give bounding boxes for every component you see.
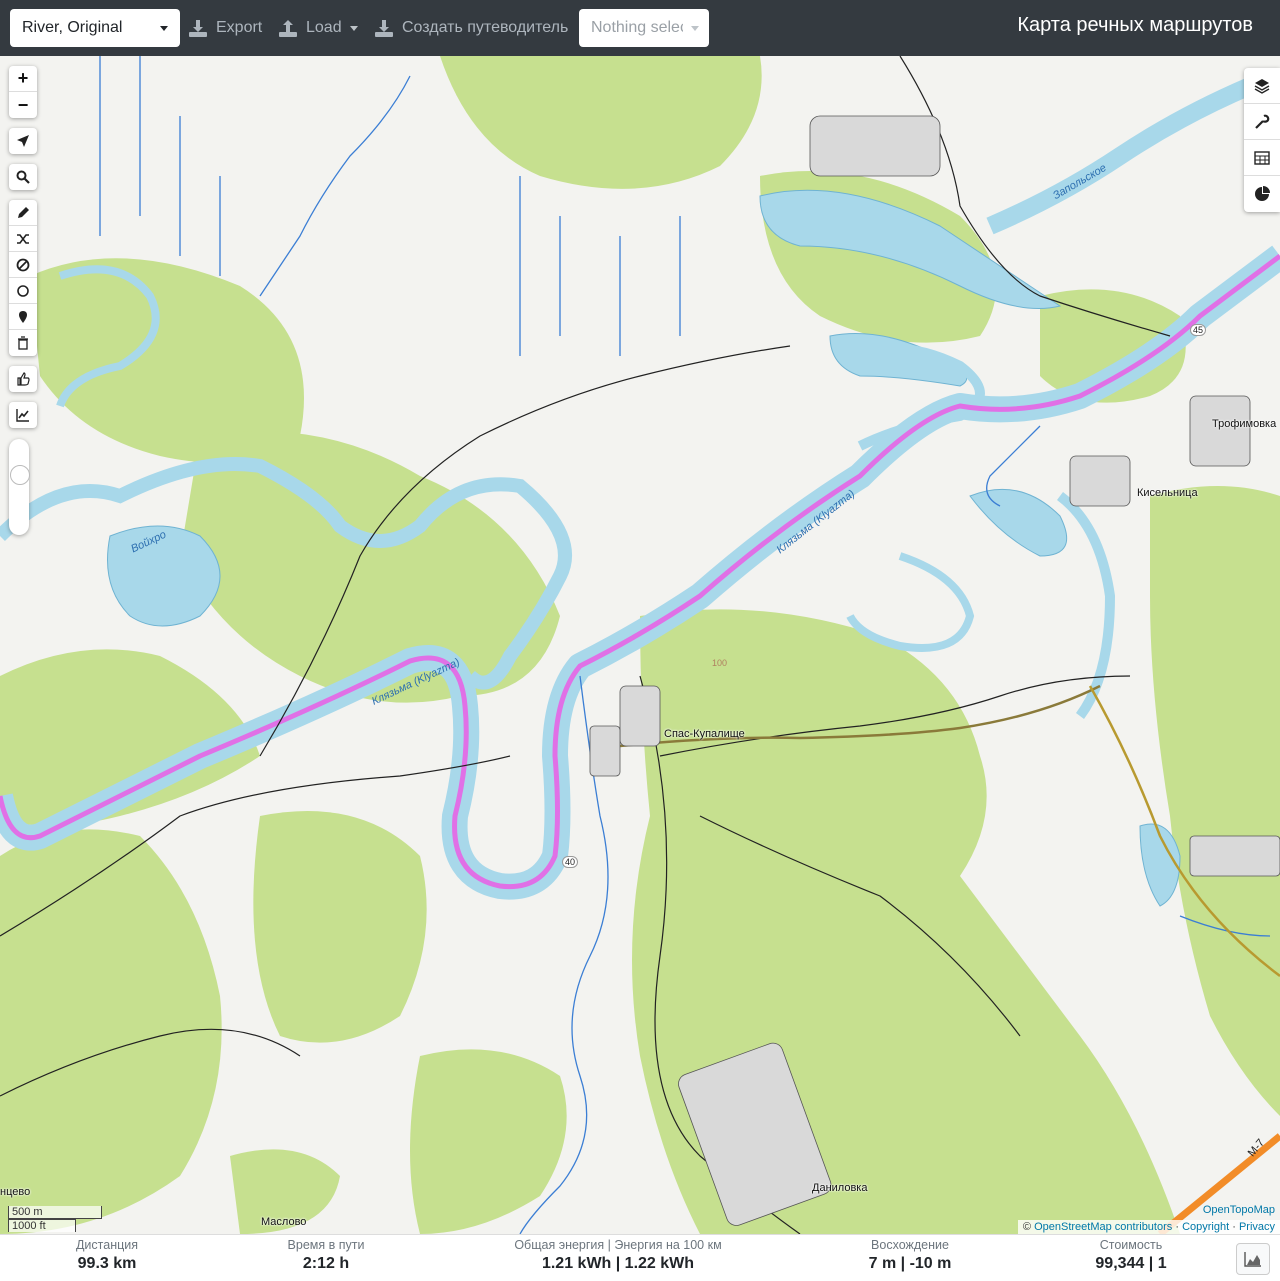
settings-button[interactable] (1244, 104, 1280, 140)
download-icon (189, 20, 207, 37)
search-button[interactable] (9, 164, 37, 190)
circle-button[interactable] (9, 278, 37, 304)
no-go-area-button[interactable] (9, 252, 37, 278)
privacy-link[interactable]: Privacy (1239, 1221, 1275, 1233)
load-button[interactable]: Load (278, 9, 358, 47)
stat-distance-value: 99.3 km (77, 1255, 137, 1272)
town-label-ntsevo: нцево (0, 1186, 31, 1198)
right-panel-controls (1244, 68, 1280, 212)
locate-control (9, 128, 37, 154)
layers-button[interactable] (1244, 68, 1280, 104)
stat-cost-value: 99,344 | 1 (1095, 1255, 1167, 1272)
opentopomap-link[interactable]: OpenTopoMap (1203, 1204, 1275, 1216)
locate-button[interactable] (9, 128, 37, 154)
chevron-down-icon (160, 25, 168, 31)
circle-icon (17, 284, 29, 297)
zoom-out-button[interactable]: − (9, 92, 37, 118)
download-icon (375, 20, 393, 37)
draw-controls (9, 200, 37, 356)
table-icon (1254, 150, 1270, 165)
map-marker-icon (19, 310, 27, 323)
osm-contributors-link[interactable]: OpenStreetMap contributors (1034, 1221, 1172, 1233)
copyright-link[interactable]: Copyright (1182, 1221, 1229, 1233)
profile-select-value: River, Original (22, 19, 123, 36)
selection-select-value: Nothing selected (591, 19, 683, 36)
ban-icon (16, 258, 30, 271)
stat-energy-value: 1.21 kWh | 1.22 kWh (541, 1255, 695, 1272)
location-arrow-icon (17, 135, 29, 147)
create-guide-button[interactable]: Создать путеводитель (374, 9, 568, 47)
elevation-profile-button[interactable] (1236, 1243, 1270, 1275)
wrench-icon (1255, 114, 1270, 129)
load-label: Load (306, 19, 342, 36)
route-statistics-bar: Дистанция 99.3 km Время в пути 2:12 h Об… (0, 1234, 1280, 1281)
top-navbar: River, Original Export Load Создать путе… (0, 0, 1280, 56)
map-scale: 500 m 1000 ft (8, 1206, 102, 1232)
attribution-separator: · (1232, 1221, 1236, 1233)
stat-energy-label: Общая энергия | Энергия на 100 км (514, 1238, 722, 1252)
search-control (9, 164, 37, 190)
export-button[interactable]: Export (188, 9, 262, 47)
stat-distance-label: Дистанция (75, 1238, 139, 1252)
stat-ascent: Восхождение 7 m | -10 m (860, 1238, 960, 1273)
thumbs-up-button[interactable] (9, 366, 37, 392)
stat-ascent-value: 7 m | -10 m (868, 1255, 952, 1272)
town-label-trofimovka: Трофимовка (1212, 418, 1277, 430)
delete-route-button[interactable] (9, 330, 37, 356)
chevron-down-icon (349, 25, 358, 31)
trash-icon (18, 336, 28, 350)
map-attribution: © OpenStreetMap contributors · Copyright… (1017, 1220, 1280, 1234)
statistics-button[interactable] (1244, 176, 1280, 212)
town-label-kiselnitsa: Кисельница (1137, 487, 1198, 499)
zoom-in-button[interactable]: + (9, 66, 37, 92)
road-number-45: 45 (1190, 324, 1207, 336)
app-title: Карта речных маршрутов (1017, 14, 1253, 36)
stat-cost-label: Стоимость (1099, 1238, 1163, 1252)
shuffle-icon (17, 233, 29, 244)
line-chart-icon (16, 409, 29, 422)
thumbs-up-icon (17, 372, 30, 386)
export-label: Export (216, 19, 263, 36)
contour-label: 100 (712, 658, 728, 668)
opacity-slider[interactable] (9, 439, 30, 535)
upload-icon (279, 20, 297, 37)
stat-ascent-label: Восхождение (871, 1238, 949, 1252)
stat-travel-time-label: Время в пути (287, 1238, 365, 1252)
copyright-symbol: © (1022, 1221, 1032, 1233)
stat-distance: Дистанция 99.3 km (62, 1238, 152, 1273)
selection-select[interactable]: Nothing selected (579, 9, 709, 47)
road-number-40: 40 (562, 856, 579, 868)
profile-select[interactable]: River, Original (10, 9, 180, 47)
attribution-separator: · (1175, 1221, 1179, 1233)
stat-cost: Стоимость 99,344 | 1 (1080, 1238, 1182, 1273)
create-guide-label: Создать путеводитель (402, 19, 569, 36)
topographic-map (0, 56, 1280, 1234)
stat-energy: Общая энергия | Энергия на 100 км 1.21 k… (500, 1238, 736, 1273)
town-label-spas-kupalishche: Спас-Купалище (664, 728, 745, 740)
chevron-down-icon (691, 25, 699, 31)
poi-button[interactable] (9, 304, 37, 330)
zoom-control: + − (9, 66, 37, 118)
slider-handle[interactable] (10, 465, 30, 485)
map-canvas[interactable]: Войхро Клязьма (Klyazma) Клязьма (Klyazm… (0, 56, 1280, 1234)
town-label-maslovo: Маслово (261, 1216, 307, 1228)
stat-travel-time-value: 2:12 h (302, 1255, 350, 1272)
layers-icon (1254, 78, 1270, 94)
table-button[interactable] (1244, 140, 1280, 176)
town-label-danilovka: Даниловка (812, 1182, 868, 1194)
shuffle-button[interactable] (9, 226, 37, 252)
pencil-icon (18, 206, 29, 218)
elevation-chart-button[interactable] (9, 402, 37, 428)
pie-chart-icon (1255, 186, 1270, 201)
hand-control (9, 366, 37, 392)
scale-imperial: 1000 ft (8, 1219, 76, 1232)
elevation-control (9, 402, 37, 428)
search-icon (16, 170, 30, 184)
stat-travel-time: Время в пути 2:12 h (276, 1238, 376, 1273)
draw-route-button[interactable] (9, 200, 37, 226)
scale-metric: 500 m (8, 1206, 102, 1219)
area-chart-icon (1244, 1252, 1261, 1267)
